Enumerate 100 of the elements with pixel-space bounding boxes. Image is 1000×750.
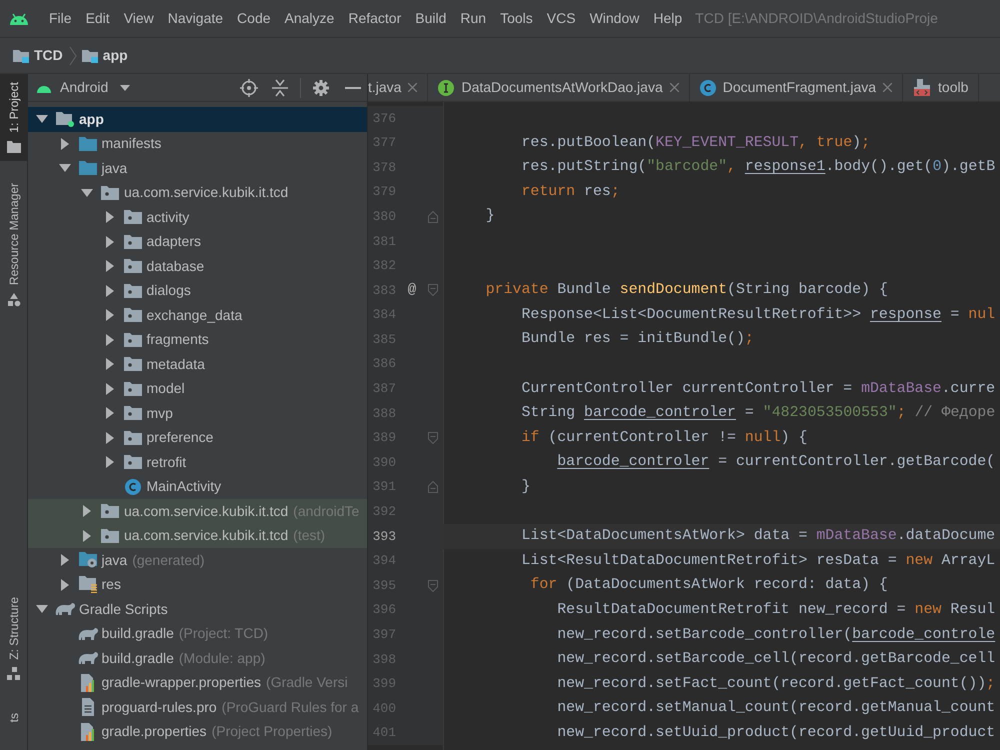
tree-row[interactable]: MainActivity	[28, 474, 367, 499]
editor-tab[interactable]: t.java	[368, 74, 428, 101]
menu-item[interactable]: View	[116, 8, 161, 29]
caret-icon[interactable]	[120, 84, 130, 90]
collapsed-arrow-icon[interactable]	[58, 578, 70, 591]
collapsed-arrow-icon[interactable]	[104, 236, 116, 248]
menu-item[interactable]: VCS	[540, 8, 583, 29]
tree-row[interactable]: manifests	[28, 132, 367, 156]
code-line: String barcode_controler = "4823053500553"; // Федоре	[520, 404, 996, 424]
tree-row[interactable]: database	[28, 254, 367, 278]
collapsed-arrow-icon[interactable]	[104, 407, 116, 420]
tree-row[interactable]: build.gradle (Module: app)	[28, 646, 367, 670]
collapsed-arrow-icon[interactable]	[104, 382, 116, 395]
code-line: }	[520, 478, 530, 498]
tree-row[interactable]: activity	[28, 205, 367, 230]
code-line: List<DataDocumentsAtWork> data = mDataBase.dataDocume	[520, 527, 996, 546]
close-icon[interactable]	[408, 83, 418, 92]
editor-tab[interactable]: toolb	[903, 74, 980, 101]
menu-item[interactable]: Help	[646, 8, 690, 29]
tree-row[interactable]: mvp	[28, 401, 367, 426]
editor-tab[interactable]: DataDocumentsAtWorkDao.java	[428, 74, 690, 101]
code-line: if (currentController != null) {	[520, 428, 808, 448]
collapsed-arrow-icon[interactable]	[81, 530, 93, 542]
collapsed-arrow-icon[interactable]	[104, 309, 116, 322]
folder-icon	[80, 48, 99, 64]
collapsed-arrow-icon[interactable]	[104, 456, 116, 468]
minimize-icon[interactable]	[345, 86, 361, 88]
tree-row[interactable]: proguard-rules.pro (ProGuard Rules for a	[28, 695, 367, 720]
elephant-icon	[54, 602, 76, 616]
tree-row[interactable]: dialogs	[28, 278, 367, 303]
tree-row[interactable]: gradle-wrapper.properties (Gradle Versi	[28, 670, 367, 695]
collapsed-arrow-icon[interactable]	[58, 554, 70, 566]
tree-row[interactable]: preference	[28, 426, 367, 450]
tree-row[interactable]: model	[28, 376, 367, 401]
menu-item[interactable]: File	[42, 8, 79, 29]
tool-window-button[interactable]: Resource Manager	[0, 174, 27, 315]
collapse-all-icon[interactable]	[272, 78, 288, 96]
tree-item-label: ua.com.service.kubik.it.tcd	[124, 183, 288, 202]
tree-row[interactable]: fragments	[28, 328, 367, 352]
folder-icon	[6, 140, 20, 153]
menu-item[interactable]: Edit	[78, 8, 117, 29]
view-selector[interactable]: Android	[60, 77, 108, 98]
tree-row[interactable]: retrofit	[28, 450, 367, 474]
collapsed-arrow-icon[interactable]	[104, 432, 116, 444]
menu-item[interactable]: Window	[582, 8, 646, 29]
tree-row[interactable]: ua.com.service.kubik.it.tcd	[28, 180, 367, 205]
expanded-arrow-icon[interactable]	[81, 186, 93, 199]
collapsed-arrow-icon[interactable]	[58, 138, 70, 150]
crosshair-icon[interactable]	[240, 78, 258, 96]
breadcrumb-item[interactable]: TCD	[34, 45, 63, 66]
menu-item[interactable]: Refactor	[341, 8, 408, 29]
package-folder-icon	[124, 284, 142, 298]
tree-row[interactable]: app	[28, 107, 367, 132]
text-file-icon	[80, 698, 94, 716]
menu-item[interactable]: Tools	[493, 8, 540, 29]
expanded-arrow-icon[interactable]	[36, 113, 48, 126]
chevron-icon	[68, 46, 77, 66]
tool-window-button[interactable]: 1: Project	[0, 74, 27, 161]
package-folder-icon	[124, 332, 142, 347]
tree-row[interactable]: gradle.properties (Project Properties)	[28, 720, 367, 744]
menu-item[interactable]: Code	[230, 8, 278, 29]
tree-row[interactable]: java (generated)	[28, 548, 367, 572]
editor-tab[interactable]: DocumentFragment.java	[690, 74, 904, 101]
close-icon[interactable]	[883, 83, 892, 92]
tree-row[interactable]: Gradle Scripts	[28, 597, 367, 622]
tool-window-button[interactable]: ts	[0, 705, 27, 731]
menu-item[interactable]: Build	[408, 8, 454, 29]
package-folder-icon	[124, 382, 142, 396]
breadcrumb-item[interactable]: app	[102, 45, 128, 66]
tree-row[interactable]: build.gradle (Project: TCD)	[28, 622, 367, 646]
tree-row[interactable]: exchange_data	[28, 303, 367, 328]
elephant-icon	[76, 651, 98, 666]
tool-window-button[interactable]: Z: Structure	[0, 588, 27, 690]
package-folder-icon	[101, 186, 119, 200]
collapsed-arrow-icon[interactable]	[104, 358, 116, 370]
class-icon	[124, 478, 140, 495]
collapsed-arrow-icon[interactable]	[81, 505, 93, 518]
annotation-marker[interactable]: @	[408, 280, 416, 301]
shapes-icon	[6, 292, 20, 307]
menu-item[interactable]: Run	[453, 8, 494, 29]
collapsed-arrow-icon[interactable]	[104, 334, 116, 346]
collapsed-arrow-icon[interactable]	[104, 260, 116, 272]
close-icon[interactable]	[670, 83, 679, 92]
menu-item[interactable]: Navigate	[160, 8, 230, 29]
expanded-arrow-icon[interactable]	[58, 162, 70, 174]
tree-row[interactable]: metadata	[28, 352, 367, 376]
tree-item-note: (generated)	[132, 550, 205, 570]
tree-item-label: app	[79, 110, 104, 129]
expanded-arrow-icon[interactable]	[36, 603, 48, 616]
settings-icon[interactable]	[313, 80, 329, 96]
tree-row[interactable]: res	[28, 572, 367, 597]
tree-row[interactable]: adapters	[28, 230, 367, 254]
collapsed-arrow-icon[interactable]	[104, 211, 116, 224]
collapsed-arrow-icon[interactable]	[104, 284, 116, 297]
tree-row[interactable]: java	[28, 156, 367, 180]
tree-item-note: (Project Properties)	[212, 722, 332, 742]
tree-item-note: (ProGuard Rules for a	[222, 698, 359, 717]
code-line: res.putBoolean(KEY_EVENT_RESULT, true);	[520, 134, 870, 153]
menu-item[interactable]: Analyze	[278, 8, 342, 29]
package-folder-icon	[101, 504, 119, 518]
